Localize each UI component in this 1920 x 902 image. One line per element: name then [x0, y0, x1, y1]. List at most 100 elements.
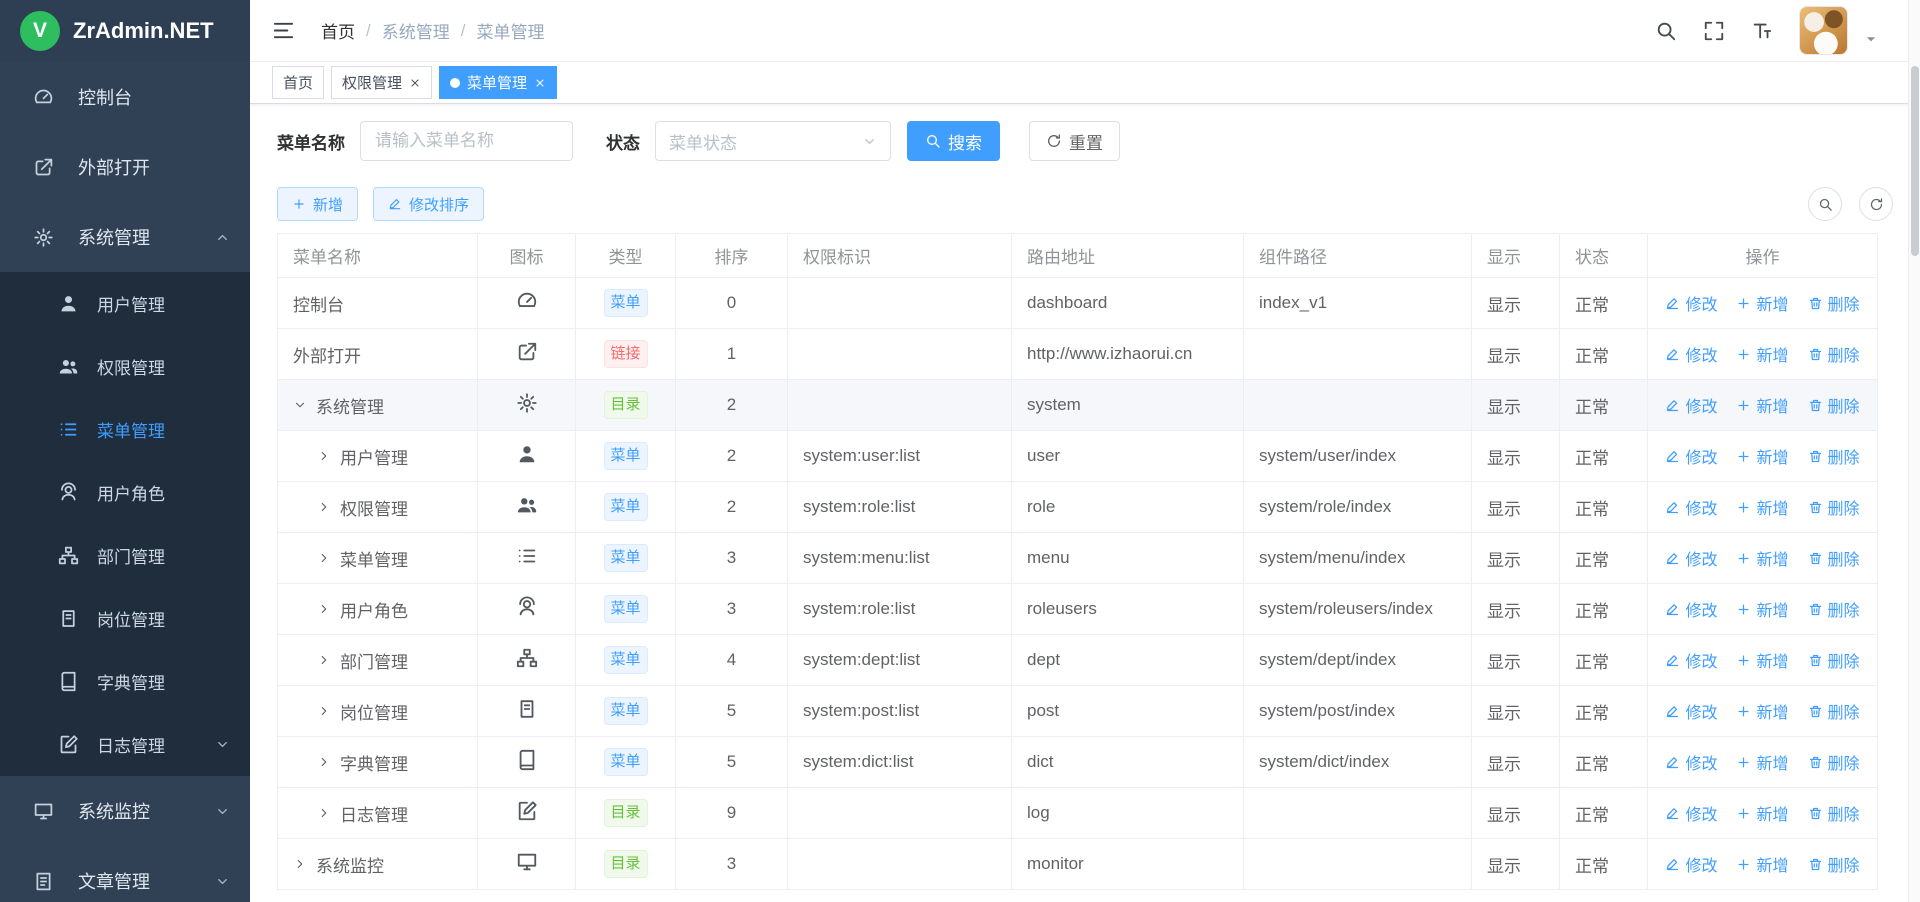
sidebar-item[interactable]: 字典管理: [0, 650, 250, 713]
tab[interactable]: 权限管理: [331, 66, 432, 99]
sidebar-item[interactable]: 控制台: [0, 62, 250, 132]
monitor-icon: [516, 851, 538, 873]
sidebar-item[interactable]: 岗位管理: [0, 587, 250, 650]
add-button[interactable]: 新增: [277, 187, 358, 221]
reset-button[interactable]: 重置: [1029, 121, 1120, 161]
cell-component-path: [1244, 788, 1472, 839]
add-link[interactable]: 新增: [1736, 648, 1788, 672]
expand-arrow-icon[interactable]: [317, 602, 331, 616]
edit-link[interactable]: 修改: [1665, 699, 1717, 723]
edit-link[interactable]: 修改: [1665, 393, 1717, 417]
add-link[interactable]: 新增: [1736, 597, 1788, 621]
delete-link[interactable]: 删除: [1808, 546, 1860, 570]
table-wrapper: 菜单名称图标类型排序权限标识路由地址组件路径显示状态操作控制台菜单0dashbo…: [277, 233, 1893, 890]
delete-link[interactable]: 删除: [1808, 393, 1860, 417]
delete-link-label: 删除: [1828, 852, 1860, 876]
add-link[interactable]: 新增: [1736, 852, 1788, 876]
close-tab-icon[interactable]: [409, 77, 421, 89]
sidebar-item[interactable]: 菜单管理: [0, 398, 250, 461]
expand-arrow-icon[interactable]: [317, 551, 331, 565]
edit-link[interactable]: 修改: [1665, 546, 1717, 570]
edit-link[interactable]: 修改: [1665, 648, 1717, 672]
expand-arrow-icon[interactable]: [317, 449, 331, 463]
cell-type: 菜单: [576, 584, 676, 635]
add-link[interactable]: 新增: [1736, 291, 1788, 315]
add-link[interactable]: 新增: [1736, 393, 1788, 417]
delete-icon: [1808, 347, 1823, 362]
delete-link[interactable]: 删除: [1808, 444, 1860, 468]
logo[interactable]: V ZrAdmin.NET: [0, 0, 250, 62]
delete-link[interactable]: 删除: [1808, 291, 1860, 315]
delete-link[interactable]: 删除: [1808, 648, 1860, 672]
delete-link[interactable]: 删除: [1808, 495, 1860, 519]
close-tab-icon[interactable]: [534, 77, 546, 89]
table-header-row: 菜单名称图标类型排序权限标识路由地址组件路径显示状态操作: [278, 234, 1878, 278]
fullscreen-icon[interactable]: [1703, 20, 1725, 42]
add-link[interactable]: 新增: [1736, 342, 1788, 366]
status-select[interactable]: 菜单状态: [655, 121, 891, 161]
edit-link-label: 修改: [1685, 699, 1717, 723]
menu-name-input[interactable]: [360, 121, 573, 161]
edit-link[interactable]: 修改: [1665, 342, 1717, 366]
edit-link[interactable]: 修改: [1665, 597, 1717, 621]
sidebar-menu: 控制台外部打开系统管理用户管理权限管理菜单管理用户角色部门管理岗位管理字典管理日…: [0, 62, 250, 902]
edit-icon: [1665, 449, 1680, 464]
gear-icon: [516, 392, 538, 414]
edit-link[interactable]: 修改: [1665, 750, 1717, 774]
sidebar-item[interactable]: 部门管理: [0, 524, 250, 587]
delete-link[interactable]: 删除: [1808, 699, 1860, 723]
add-link[interactable]: 新增: [1736, 546, 1788, 570]
sidebar-item[interactable]: 系统管理: [0, 202, 250, 272]
font-size-icon[interactable]: [1751, 20, 1773, 42]
edit-link[interactable]: 修改: [1665, 291, 1717, 315]
add-link[interactable]: 新增: [1736, 750, 1788, 774]
sort-edit-button[interactable]: 修改排序: [373, 187, 484, 221]
cell-component-path: system/menu/index: [1244, 533, 1472, 584]
menu-name-text: 菜单管理: [340, 546, 408, 571]
cell-menu-name: 系统监控: [278, 839, 478, 890]
edit-link[interactable]: 修改: [1665, 801, 1717, 825]
edit-link[interactable]: 修改: [1665, 495, 1717, 519]
add-link[interactable]: 新增: [1736, 495, 1788, 519]
expand-arrow-icon[interactable]: [317, 500, 331, 514]
expand-arrow-icon[interactable]: [317, 704, 331, 718]
add-link[interactable]: 新增: [1736, 801, 1788, 825]
header-search-icon[interactable]: [1655, 20, 1677, 42]
search-button[interactable]: 搜索: [907, 121, 1000, 161]
delete-icon: [1808, 806, 1823, 821]
sidebar-item[interactable]: 系统监控: [0, 776, 250, 846]
delete-link[interactable]: 删除: [1808, 801, 1860, 825]
scrollbar-thumb[interactable]: [1911, 66, 1919, 256]
add-link[interactable]: 新增: [1736, 699, 1788, 723]
sidebar-item[interactable]: 权限管理: [0, 335, 250, 398]
tab[interactable]: 首页: [272, 66, 324, 99]
edit-link[interactable]: 修改: [1665, 852, 1717, 876]
sidebar-item[interactable]: 外部打开: [0, 132, 250, 202]
add-link[interactable]: 新增: [1736, 444, 1788, 468]
sidebar-item[interactable]: 用户角色: [0, 461, 250, 524]
expand-arrow-icon[interactable]: [293, 857, 307, 871]
tab-active[interactable]: 菜单管理: [439, 66, 557, 99]
expand-arrow-icon[interactable]: [317, 806, 331, 820]
breadcrumb-item[interactable]: 首页: [321, 18, 355, 43]
cell-type: 菜单: [576, 635, 676, 686]
delete-link[interactable]: 删除: [1808, 852, 1860, 876]
refresh-table-button[interactable]: [1859, 187, 1893, 221]
hamburger-icon[interactable]: [272, 19, 295, 42]
sidebar-item[interactable]: 日志管理: [0, 713, 250, 776]
avatar-caret-down-icon[interactable]: [1864, 32, 1878, 46]
delete-link[interactable]: 删除: [1808, 597, 1860, 621]
cell-permission: system:menu:list: [788, 533, 1012, 584]
delete-link[interactable]: 删除: [1808, 342, 1860, 366]
scrollbar[interactable]: [1908, 0, 1920, 902]
expand-arrow-icon[interactable]: [317, 653, 331, 667]
delete-link[interactable]: 删除: [1808, 750, 1860, 774]
edit-link[interactable]: 修改: [1665, 444, 1717, 468]
sidebar-item[interactable]: 文章管理: [0, 846, 250, 902]
toggle-search-button[interactable]: [1808, 187, 1842, 221]
sidebar-item[interactable]: 用户管理: [0, 272, 250, 335]
avatar[interactable]: [1799, 6, 1848, 55]
expand-arrow-icon[interactable]: [317, 755, 331, 769]
cell-sort: 9: [676, 788, 788, 839]
expand-arrow-icon[interactable]: [293, 398, 307, 412]
